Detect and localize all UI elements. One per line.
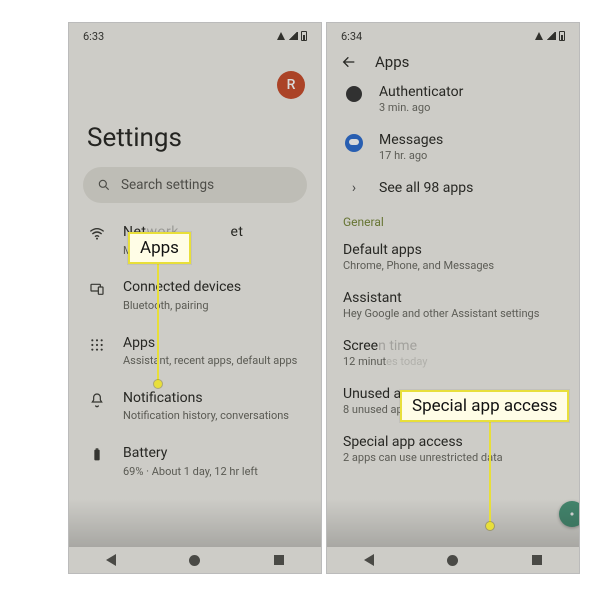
settings-home-screen: 6:33 R Settings Search settings Network … [68, 22, 322, 574]
clock: 6:34 [341, 30, 362, 43]
battery-icon [87, 445, 107, 463]
app-title: Authenticator [379, 84, 463, 100]
fab-button[interactable] [559, 501, 580, 527]
messages-icon [343, 132, 365, 152]
recent-app-messages[interactable]: Messages 17 hr. ago [327, 123, 579, 171]
navigation-bar [69, 547, 321, 573]
header-title: Apps [375, 53, 409, 71]
see-all-apps[interactable]: › See all 98 apps [327, 171, 579, 205]
nav-recent-button[interactable] [532, 555, 542, 565]
wifi-icon [87, 224, 107, 242]
settings-item-connected-devices[interactable]: Connected devices Bluetooth, pairing [69, 268, 321, 323]
item-desc: 69% · About 1 day, 12 hr left [123, 463, 258, 479]
search-settings-field[interactable]: Search settings [83, 167, 307, 203]
section-general-label: General [327, 205, 579, 233]
settings-item-battery[interactable]: Battery 69% · About 1 day, 12 hr left [69, 434, 321, 489]
nav-home-button[interactable] [189, 555, 200, 566]
back-arrow-icon[interactable] [341, 54, 357, 70]
navigation-bar [327, 547, 579, 573]
app-title: Messages [379, 132, 443, 148]
see-all-label: See all 98 apps [379, 180, 473, 196]
avatar-letter: R [287, 77, 296, 93]
apps-grid-icon [87, 335, 107, 353]
item-desc: Bluetooth, pairing [123, 297, 241, 313]
item-desc: 2 apps can use unrestricted data [343, 450, 563, 464]
item-title: Default apps [343, 242, 563, 258]
search-icon [97, 178, 111, 192]
general-default-apps[interactable]: Default apps Chrome, Phone, and Messages [327, 233, 579, 281]
nav-back-button[interactable] [364, 554, 374, 566]
callout-endpoint [154, 380, 162, 388]
status-icons [277, 31, 307, 41]
status-bar: 6:33 [69, 23, 321, 45]
item-desc: Notification history, conversations [123, 407, 289, 423]
clock: 6:33 [83, 30, 104, 43]
general-assistant[interactable]: Assistant Hey Google and other Assistant… [327, 281, 579, 329]
nav-back-button[interactable] [106, 554, 116, 566]
callout-special-app-access: Special app access [400, 390, 569, 422]
general-special-app-access[interactable]: Special app access 2 apps can use unrest… [327, 425, 579, 473]
item-title: Special app access [343, 434, 563, 450]
item-title: Connected devices [123, 279, 241, 297]
profile-avatar[interactable]: R [277, 71, 305, 99]
bell-icon [87, 390, 107, 408]
apps-settings-screen: 6:34 Apps Authenticator 3 min. ago Messa… [326, 22, 580, 574]
settings-item-notifications[interactable]: Notifications Notification history, conv… [69, 379, 321, 434]
devices-icon [87, 279, 107, 297]
settings-list: Network et Mobile Connected devices Blue… [69, 203, 321, 489]
settings-item-network[interactable]: Network et Mobile [69, 213, 321, 268]
nav-home-button[interactable] [447, 555, 458, 566]
item-title: Notifications [123, 390, 289, 408]
recent-app-authenticator[interactable]: Authenticator 3 min. ago [327, 75, 579, 123]
search-placeholder: Search settings [121, 177, 214, 193]
apps-header: Apps [327, 45, 579, 75]
status-bar: 6:34 [327, 23, 579, 45]
status-icons [535, 31, 565, 41]
chevron-right-icon: › [343, 180, 365, 196]
item-desc: Hey Google and other Assistant settings [343, 306, 563, 320]
wifi-icon [277, 32, 285, 40]
app-desc: 17 hr. ago [379, 148, 443, 162]
battery-icon [559, 31, 565, 41]
app-desc: 3 min. ago [379, 100, 463, 114]
wifi-icon [535, 32, 543, 40]
page-title: Settings [69, 45, 321, 167]
item-title: Assistant [343, 290, 563, 306]
item-title: Apps [123, 335, 297, 353]
callout-apps: Apps [128, 232, 191, 264]
item-desc: Assistant, recent apps, default apps [123, 352, 297, 368]
settings-item-apps[interactable]: Apps Assistant, recent apps, default app… [69, 324, 321, 379]
battery-icon [301, 31, 307, 41]
authenticator-icon [343, 84, 365, 102]
callout-endpoint [486, 522, 494, 530]
nav-recent-button[interactable] [274, 555, 284, 565]
signal-icon [546, 32, 556, 40]
signal-icon [288, 32, 298, 40]
general-screen-time[interactable]: Screen time 12 minutes today [327, 329, 579, 377]
item-desc: Chrome, Phone, and Messages [343, 258, 563, 272]
item-title: Battery [123, 445, 258, 463]
